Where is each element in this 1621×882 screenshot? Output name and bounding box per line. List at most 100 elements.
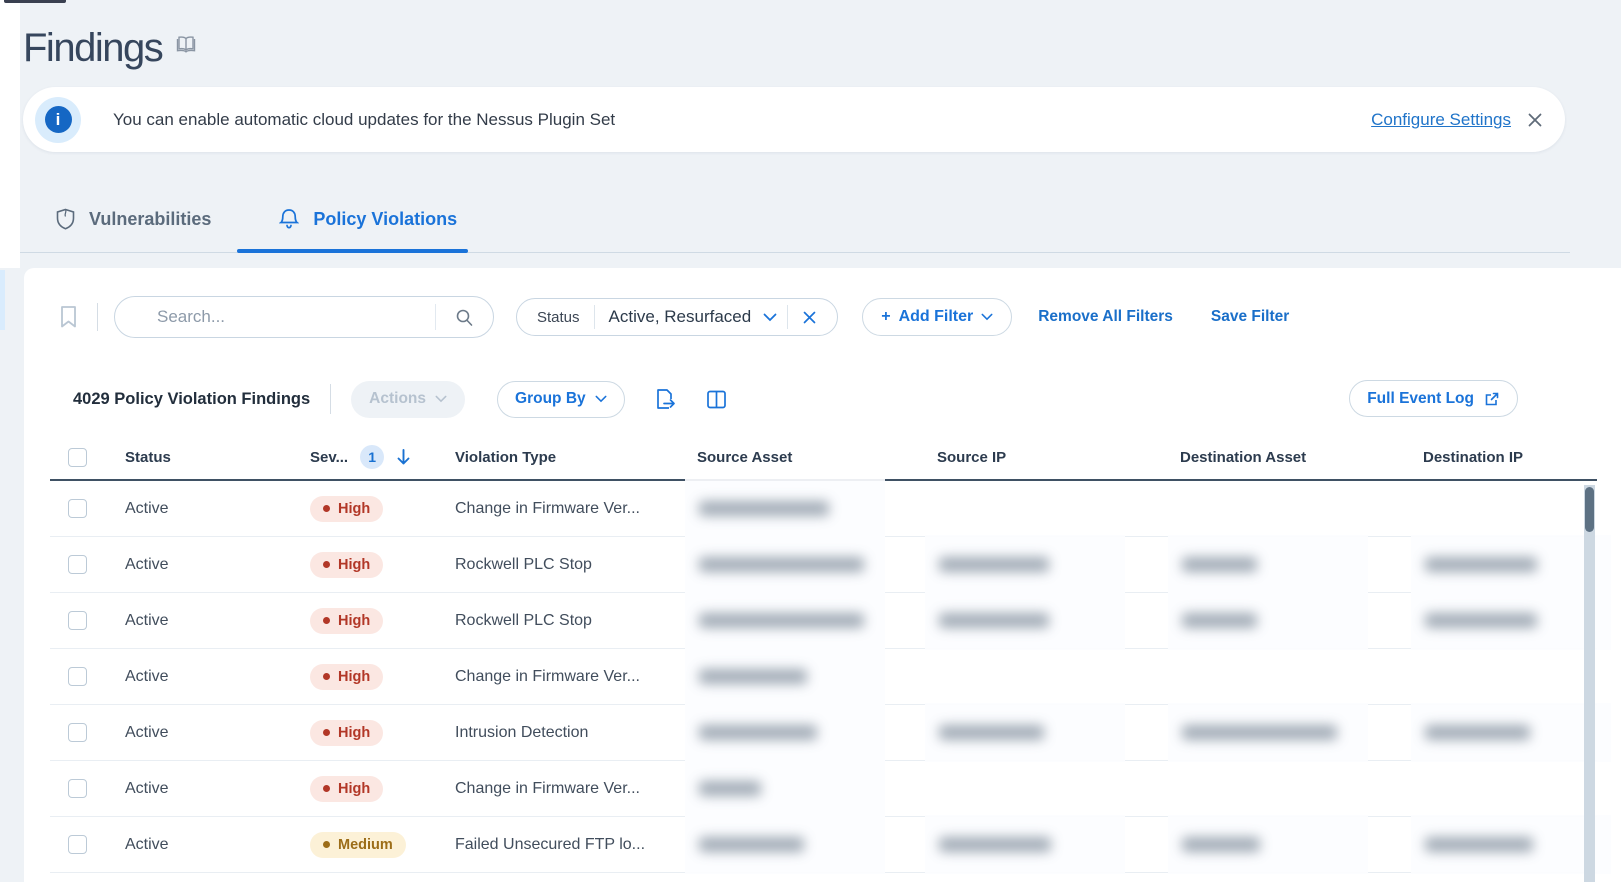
columns-icon[interactable] <box>706 389 727 410</box>
destination-asset-cell <box>1180 817 1423 872</box>
col-header-source-asset[interactable]: Source Asset <box>697 435 937 479</box>
scrollbar-thumb[interactable] <box>1585 487 1594 532</box>
redacted-value <box>685 647 885 706</box>
banner-message: You can enable automatic cloud updates f… <box>113 110 615 130</box>
severity-badge: High <box>310 608 383 634</box>
main-panel: Status Active, Resurfaced + Add Filter R… <box>24 268 1621 882</box>
destination-ip-cell <box>1423 649 1597 704</box>
severity-dot-icon <box>323 841 330 848</box>
severity-cell: High <box>310 761 455 816</box>
group-by-button[interactable]: Group By <box>497 381 625 418</box>
active-nav-highlight <box>0 270 5 330</box>
filter-field-label: Status <box>529 309 588 326</box>
severity-cell: High <box>310 705 455 760</box>
source-ip-cell <box>937 761 1180 816</box>
destination-ip-cell <box>1423 761 1597 816</box>
destination-asset-cell <box>1180 705 1423 760</box>
filter-value[interactable]: Active, Resurfaced <box>601 307 760 327</box>
chevron-down-icon[interactable] <box>763 313 777 322</box>
row-checkbox[interactable] <box>68 555 87 574</box>
table-row[interactable]: ActiveHighChange in Firmware Ver... <box>50 649 1597 705</box>
page-header: Findings <box>23 26 196 70</box>
row-checkbox[interactable] <box>68 667 87 686</box>
table-toolbar: 4029 Policy Violation Findings Actions G… <box>73 380 1597 418</box>
violation-type-cell: Rockwell PLC Stop <box>455 593 697 648</box>
info-icon: i <box>35 97 81 143</box>
redacted-value <box>1168 591 1368 650</box>
findings-count: 4029 Policy Violation Findings <box>73 390 310 409</box>
table-row[interactable]: ActiveHighChange in Firmware Ver... <box>50 761 1597 817</box>
col-header-violation-type[interactable]: Violation Type <box>455 435 697 479</box>
severity-cell: High <box>310 537 455 592</box>
status-cell: Active <box>125 705 310 760</box>
configure-settings-link[interactable]: Configure Settings <box>1371 110 1511 130</box>
col-header-destination-ip[interactable]: Destination IP <box>1423 435 1597 479</box>
active-tab-indicator <box>237 249 468 253</box>
severity-cell: High <box>310 481 455 536</box>
source-asset-cell <box>697 761 937 816</box>
destination-ip-cell <box>1423 481 1597 536</box>
bookmark-icon[interactable] <box>55 302 81 332</box>
violation-type-cell: Change in Firmware Ver... <box>455 481 697 536</box>
remove-all-filters-button[interactable]: Remove All Filters <box>1038 308 1173 326</box>
select-all-checkbox[interactable] <box>68 448 87 467</box>
severity-badge: High <box>310 552 383 578</box>
table-body: ActiveHighChange in Firmware Ver...Activ… <box>50 481 1597 873</box>
table-row[interactable]: ActiveHigh Rockwell PLC Stop <box>50 593 1597 649</box>
tab-vulnerabilities[interactable]: Vulnerabilities <box>56 208 211 230</box>
sort-desc-icon[interactable] <box>396 448 411 466</box>
source-asset-cell <box>697 705 937 760</box>
source-ip-cell <box>937 649 1180 704</box>
redacted-value <box>685 535 885 594</box>
table-header: Status Sev... 1 Violation Type Source As… <box>50 435 1597 481</box>
save-filter-button[interactable]: Save Filter <box>1211 308 1289 326</box>
row-checkbox[interactable] <box>68 499 87 518</box>
table-row[interactable]: ActiveMediumFailed Unsecured FTP lo... <box>50 817 1597 873</box>
source-ip-cell <box>937 705 1180 760</box>
status-cell: Active <box>125 593 310 648</box>
status-cell: Active <box>125 537 310 592</box>
row-checkbox[interactable] <box>68 611 87 630</box>
top-edge-bar <box>4 0 66 3</box>
redacted-value <box>925 703 1125 762</box>
col-header-destination-asset[interactable]: Destination Asset <box>1180 435 1423 479</box>
source-asset-cell <box>697 817 937 872</box>
sort-order-badge: 1 <box>360 445 384 469</box>
row-checkbox[interactable] <box>68 723 87 742</box>
search-input[interactable] <box>115 297 435 337</box>
external-link-icon <box>1484 391 1500 407</box>
redacted-value <box>925 815 1125 874</box>
add-filter-button[interactable]: + Add Filter <box>862 298 1012 336</box>
table-row[interactable]: ActiveHighRockwell PLC Stop <box>50 537 1597 593</box>
col-header-source-ip[interactable]: Source IP <box>937 435 1180 479</box>
vertical-scrollbar[interactable] <box>1584 485 1595 882</box>
redacted-value <box>685 703 885 762</box>
redacted-value <box>1168 703 1368 762</box>
violation-type-cell: Change in Firmware Ver... <box>455 761 697 816</box>
book-icon[interactable] <box>176 35 196 53</box>
close-icon[interactable] <box>1527 112 1543 128</box>
export-icon[interactable] <box>655 388 676 410</box>
search-icon[interactable] <box>435 304 493 330</box>
search-box <box>114 296 494 338</box>
destination-asset-cell <box>1180 649 1423 704</box>
table-row[interactable]: ActiveHighChange in Firmware Ver... <box>50 481 1597 537</box>
severity-dot-icon <box>323 673 330 680</box>
remove-filter-icon[interactable] <box>802 310 817 325</box>
col-header-severity[interactable]: Sev... 1 <box>310 435 455 479</box>
destination-ip-cell <box>1423 817 1597 872</box>
tab-label: Policy Violations <box>313 209 457 230</box>
redacted-value <box>1411 535 1611 594</box>
row-checkbox[interactable] <box>68 835 87 854</box>
redacted-value <box>685 591 885 650</box>
col-header-status[interactable]: Status <box>125 435 310 479</box>
tab-policy-violations[interactable]: Policy Violations <box>279 208 457 230</box>
source-asset-cell <box>697 481 937 536</box>
full-event-log-button[interactable]: Full Event Log <box>1349 380 1518 417</box>
severity-dot-icon <box>323 785 330 792</box>
findings-table: Status Sev... 1 Violation Type Source As… <box>50 435 1597 873</box>
row-checkbox[interactable] <box>68 779 87 798</box>
actions-button[interactable]: Actions <box>351 381 465 418</box>
table-row[interactable]: ActiveHighIntrusion Detection <box>50 705 1597 761</box>
severity-cell: High <box>310 593 455 648</box>
